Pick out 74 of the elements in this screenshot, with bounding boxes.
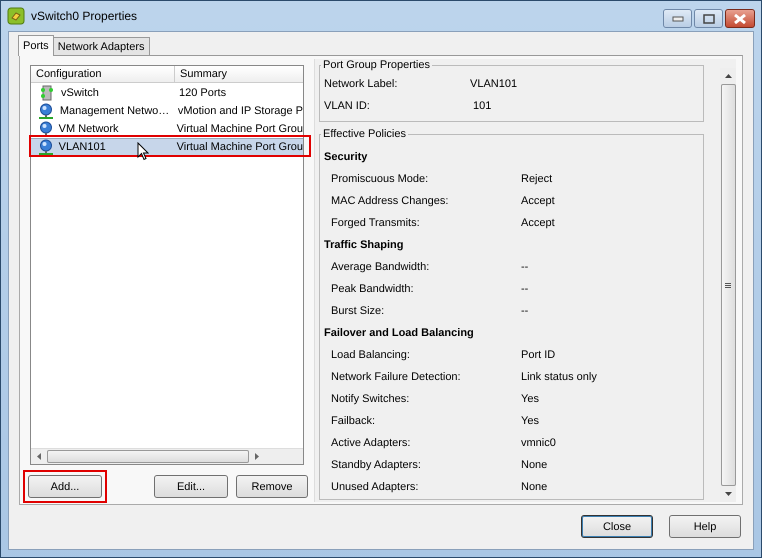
field-value: VLAN101	[470, 78, 518, 90]
field-label: Peak Bandwidth:	[331, 283, 415, 295]
grip-icon	[725, 282, 731, 288]
table-cell: VM Network	[58, 123, 119, 135]
field-value: --	[521, 283, 528, 295]
minimize-icon	[672, 16, 684, 22]
column-header[interactable]: Summary	[175, 66, 303, 82]
field-value: 101	[472, 100, 492, 112]
list-row[interactable]: vSwitch 120 Ports	[31, 84, 303, 102]
tab[interactable]: Network Adapters	[52, 37, 150, 55]
up-arrow-icon	[724, 74, 732, 78]
group-title: Effective Policies	[322, 128, 407, 140]
field-value: Yes	[521, 393, 539, 405]
field-label: Active Adapters:	[331, 437, 412, 449]
right-arrow-icon	[255, 453, 259, 460]
table-cell-text: 120 Ports	[178, 87, 226, 99]
left-arrow-icon	[37, 453, 41, 460]
minimize-button[interactable]	[663, 9, 692, 28]
action-button[interactable]: Remove	[236, 475, 308, 498]
field-value: Reject	[521, 173, 552, 185]
field-value: Port ID	[521, 349, 556, 361]
globe-icon	[38, 139, 54, 155]
section-heading: Security	[324, 150, 368, 165]
field-value: Accept	[521, 195, 555, 207]
field-label: Forged Transmits:	[331, 217, 421, 229]
app-icon	[7, 7, 25, 25]
field-label: Unused Adapters:	[331, 481, 420, 493]
field-label: Failback:	[331, 415, 376, 427]
close-button[interactable]	[725, 9, 755, 28]
horizontal-scrollbar[interactable]	[31, 448, 303, 464]
field-value: --	[521, 305, 528, 317]
section-heading: Traffic Shaping	[324, 238, 404, 253]
field-label: Notify Switches:	[331, 393, 410, 405]
field-value: Yes	[521, 415, 539, 427]
section-heading: Failover and Load Balancing	[324, 326, 475, 341]
list-row[interactable]: VM Network Virtual Machine Port Grou	[31, 120, 303, 138]
action-button[interactable]: Edit...	[154, 475, 228, 498]
window-title: vSwitch0 Properties	[31, 9, 138, 23]
table-cell-text: Virtual Machine Port Grou	[176, 141, 303, 153]
field-label: Burst Size:	[331, 305, 386, 317]
table-cell-text: vMotion and IP Storage P	[176, 105, 303, 117]
table-cell-text: Virtual Machine Port Grou	[176, 123, 303, 135]
globe-icon	[38, 121, 54, 137]
field-label: VLAN ID:	[324, 100, 371, 112]
field-label: Network Label:	[324, 78, 398, 90]
down-arrow-icon	[724, 492, 732, 496]
field-value: None	[521, 481, 548, 493]
field-value: vmnic0	[521, 437, 556, 449]
close-icon	[733, 14, 747, 24]
maximize-icon	[702, 14, 714, 24]
maximize-button[interactable]	[694, 9, 723, 28]
group-title: Port Group Properties	[322, 59, 431, 71]
mouse-cursor-icon	[137, 142, 149, 161]
action-button[interactable]: Add...	[28, 475, 102, 498]
field-value: --	[521, 261, 528, 273]
field-label: Standby Adapters:	[331, 459, 422, 471]
field-label: Network Failure Detection:	[331, 371, 462, 383]
globe-icon	[38, 103, 54, 119]
field-label: Promiscuous Mode:	[331, 173, 430, 185]
field-value: Accept	[521, 217, 555, 229]
field-label: Load Balancing:	[331, 349, 411, 361]
table-cell: vSwitch	[61, 87, 99, 99]
table-cell: VLAN101	[58, 141, 106, 153]
dialog-button[interactable]: Close	[581, 515, 653, 538]
field-label: MAC Address Changes:	[331, 195, 450, 207]
field-label: Average Bandwidth:	[331, 261, 430, 273]
field-value: None	[521, 459, 548, 471]
dialog-button[interactable]: Help	[669, 515, 741, 538]
switch-icon	[40, 85, 54, 101]
list-row[interactable]: Management Netwo… vMotion and IP Storage P	[31, 102, 303, 120]
tab[interactable]: Ports	[18, 35, 54, 56]
table-cell: Management Netwo…	[60, 105, 170, 117]
column-header[interactable]: Configuration	[31, 66, 175, 82]
field-value: Link status only	[521, 371, 597, 383]
